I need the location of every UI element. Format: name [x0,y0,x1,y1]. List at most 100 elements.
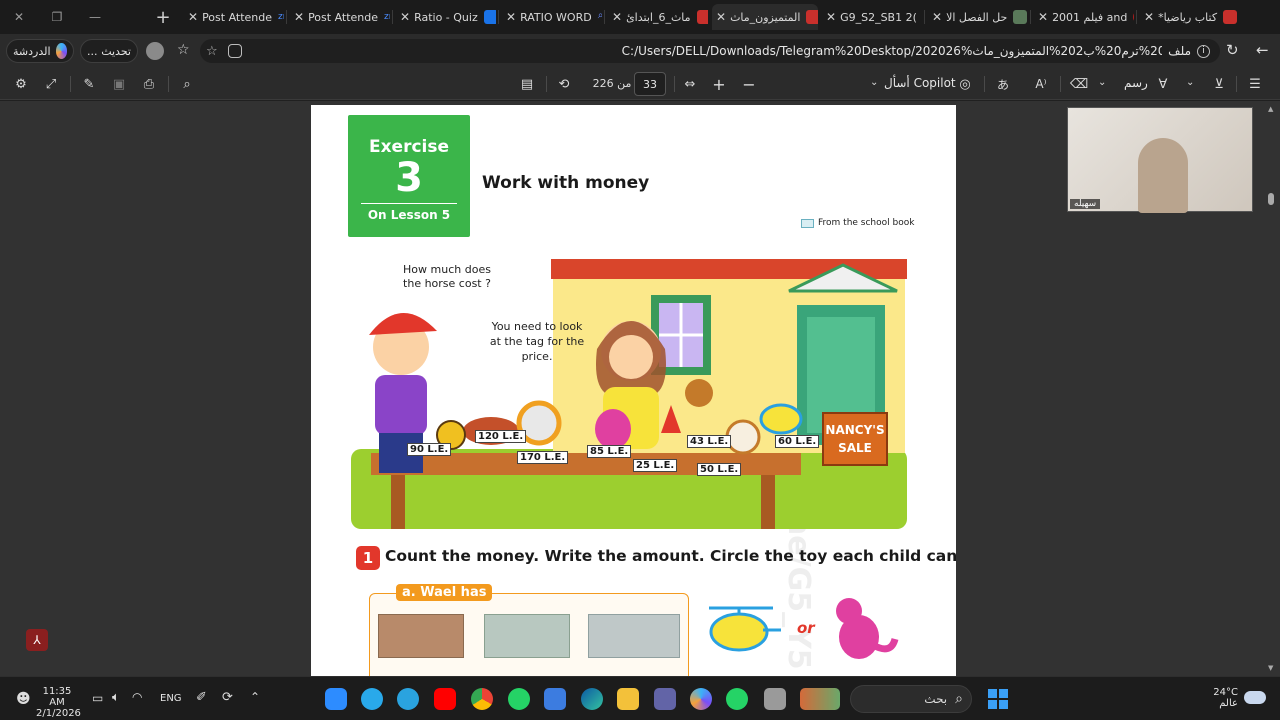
weather-readout[interactable]: 24°C عالم [1206,687,1238,709]
tab-close-icon[interactable]: ✕ [188,10,198,24]
copilot-dropdown-icon[interactable]: ⌄ [870,77,878,88]
draw-dropdown-icon[interactable]: ⌄ [1098,77,1106,88]
fit-page-icon[interactable]: ⇔ [681,75,699,93]
tab-close-icon[interactable]: ✕ [612,10,622,24]
notification-icon[interactable]: ☻ [16,691,31,707]
chrome-icon[interactable] [471,688,493,710]
refresh-icon[interactable]: ↻ [1226,41,1239,59]
contents-icon[interactable]: ☰ [1246,75,1264,93]
sync-icon[interactable]: ⟳ [222,690,233,705]
fullscreen-icon[interactable]: ⤢ [42,75,60,93]
clock[interactable]: 11:35 AM 2/1/2026 [36,686,81,719]
whatsapp-icon[interactable] [508,688,530,710]
tab-close-icon[interactable]: ✕ [826,10,836,24]
window-app-icon[interactable] [764,688,786,710]
tab-close-icon[interactable]: ✕ [716,10,726,24]
url-text[interactable]: C:/Users/DELL/Downloads/Telegram%20Deskt… [242,44,1163,58]
zoom-app-icon[interactable] [325,688,347,710]
back-icon[interactable]: ← [1256,41,1269,59]
draw-icon[interactable]: ∀ [1154,75,1172,93]
boy-shirt [375,375,427,435]
acrobat-icon[interactable]: ⅄ [26,629,48,651]
new-tab-icon[interactable]: + [152,6,174,28]
tab-close-icon[interactable]: ✕ [1038,10,1048,24]
split-screen-icon[interactable] [227,44,242,58]
tab-4[interactable]: ✕ ماث_6_ابتدائ [608,4,708,30]
zoom-out-icon[interactable]: − [740,75,758,94]
close-window-icon[interactable]: ✕ [8,6,30,28]
restore-window-icon[interactable]: ❐ [46,6,68,28]
page-view-icon[interactable]: ▤ [518,75,536,93]
minimize-window-icon[interactable]: — [84,6,106,28]
print-icon[interactable]: ⎙ [140,75,158,93]
copilot-icon[interactable] [690,688,712,710]
search-icon[interactable]: ⌕ [178,75,196,93]
tab-1[interactable]: ✕ Post Attende zm [290,4,390,30]
sale-sign-text: NANCY'S SALE [825,423,885,455]
dinosaur-choice-icon[interactable] [829,595,899,665]
info-icon[interactable]: i [1197,44,1210,58]
youtube-icon[interactable] [434,688,456,710]
pdf-toolbar: ⚙ ⤢ ✎ ▣ ⎙ ⌕ ▤ ⟲ من 226 33 ⇔ + − ⌄ أسأل C… [0,68,1280,100]
address-bar[interactable]: ☆ C:/Users/DELL/Downloads/Telegram%20Des… [200,39,1220,63]
taskbar: ☻ 11:35 AM 2/1/2026 ▭ 🔈︎ ◠ ENG ✐ ⟳ ⌃ بحث… [0,676,1280,720]
or-label: or [797,619,815,637]
tab-2[interactable]: ✕ Ratio - Quiz [396,4,496,30]
tab-close-icon[interactable]: ✕ [506,10,516,24]
tab-close-icon[interactable]: ✕ [294,10,304,24]
teams-chat-icon[interactable] [361,688,383,710]
chat-button[interactable]: الدردشة [6,39,74,63]
chevron-up-icon[interactable]: ⌃ [250,690,260,704]
read-aloud-icon[interactable]: A⁾ [1032,75,1050,93]
edit-icon[interactable]: ✎ [80,75,98,93]
update-button[interactable]: ... تحديث [80,39,138,63]
tab-3[interactable]: ✕ RATIO WORD ⌕ [502,4,602,30]
tab-7[interactable]: ✕ حل الفصل الا [928,4,1028,30]
pdf-viewer[interactable]: Exercise 3 On Lesson 5 Work with money F… [0,101,1280,676]
tab-9[interactable]: ✕ *كتاب رياضيا [1140,4,1244,30]
helicopter-choice-icon[interactable] [703,600,783,660]
copilot-icon[interactable]: ◎ [956,75,974,93]
translate-icon[interactable]: あ [994,75,1012,93]
add-favorite-icon[interactable]: ☆ [206,44,218,59]
profile-avatar[interactable] [146,42,164,60]
tab-close-icon[interactable]: ✕ [400,10,410,24]
tab-8[interactable]: ✕ فيلم 2001 and [1034,4,1134,30]
whatsapp-business-icon[interactable] [726,688,748,710]
settings-icon[interactable]: ⚙ [12,75,30,93]
tab-close-icon[interactable]: ✕ [1144,10,1154,24]
favorites-icon[interactable]: ☆ [177,42,190,58]
tab-0[interactable]: ✕ Post Attende zm [184,4,284,30]
scroll-down-icon[interactable]: ▼ [1268,664,1273,672]
rotate-icon[interactable]: ⟲ [555,75,573,93]
tab-close-icon[interactable]: ✕ [932,10,942,24]
start-menu-icon[interactable] [988,689,1008,709]
webcam-tile[interactable]: سهيله [1067,107,1253,213]
eraser-icon[interactable]: ⌫ [1070,75,1088,93]
file-explorer-icon[interactable] [617,688,639,710]
battery-icon[interactable]: ▭ [92,691,103,705]
tab-6[interactable]: ✕ G9_S2_SB1 2( [822,4,922,30]
highlight-dropdown-icon[interactable]: ⌄ [1186,77,1194,88]
dino-toy [595,409,631,449]
teams-icon[interactable] [654,688,676,710]
ask-copilot-button[interactable]: أسأل Copilot [884,76,956,90]
highlight-icon[interactable]: ⊻ [1210,75,1228,93]
edge-icon[interactable] [581,688,603,710]
save-icon[interactable]: ▣ [110,75,128,93]
page-number-input[interactable]: 33 [634,72,666,96]
store-icon[interactable] [544,688,566,710]
zoom-in-icon[interactable]: + [710,75,728,94]
draw-button[interactable]: رسم [1124,76,1148,90]
scrollbar-thumb[interactable] [1268,193,1274,205]
scroll-up-icon[interactable]: ▲ [1268,105,1273,113]
tab-5-active[interactable]: ✕ المتميزون_ماث [712,4,818,30]
wifi-icon[interactable]: ◠ [132,690,142,704]
telegram-icon[interactable] [397,688,419,710]
weather-widget-icon[interactable] [800,688,840,710]
language-indicator[interactable]: ENG [160,693,182,704]
search-box[interactable]: بحث ⌕ [850,685,972,713]
volume-icon[interactable]: 🔈︎ [112,690,120,705]
search-icon: ⌕ [955,691,963,707]
pen-icon[interactable]: ✐ [196,690,207,705]
